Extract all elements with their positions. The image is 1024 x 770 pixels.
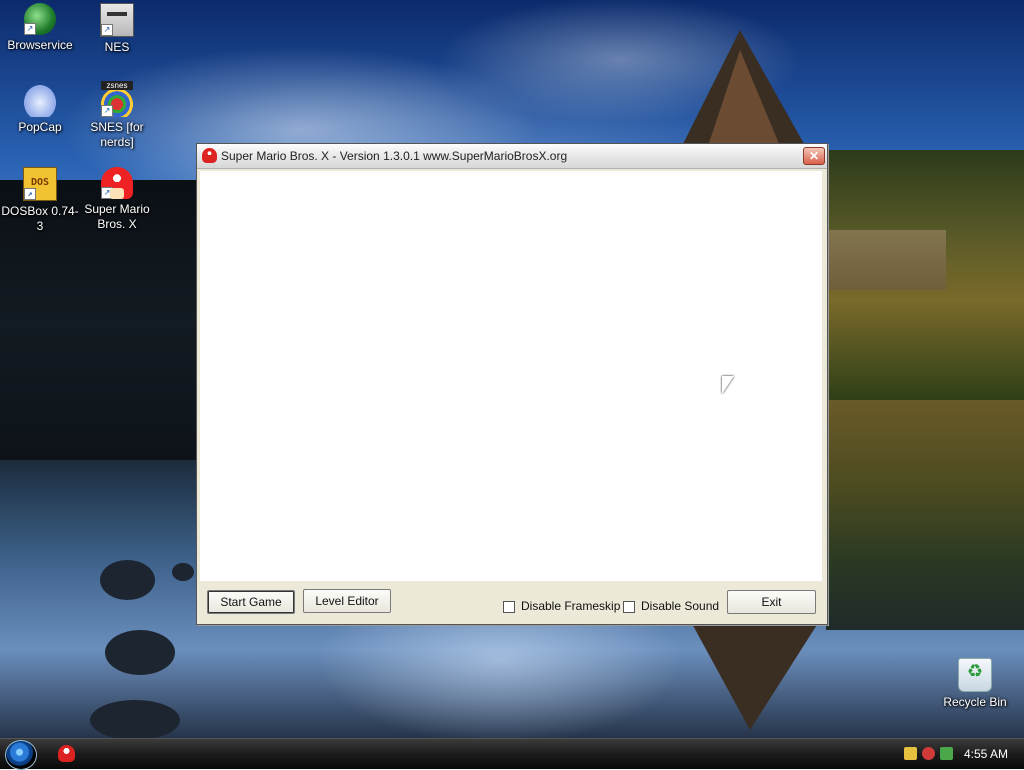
network-tray-icon[interactable] — [904, 747, 917, 760]
desktop-icon-browservice[interactable]: ↗ Browservice — [1, 3, 79, 53]
shortcut-arrow-icon: ↗ — [101, 105, 113, 117]
taskbar: 4:55 AM — [0, 738, 1024, 770]
lake-reflection — [826, 400, 1024, 630]
mouse-cursor-icon — [722, 376, 734, 394]
shortcut-arrow-icon: ↗ — [101, 187, 113, 199]
window-title: Super Mario Bros. X - Version 1.3.0.1 ww… — [221, 149, 568, 163]
desktop-icon-label: DOSBox 0.74-3 — [1, 204, 79, 233]
desktop-icon-label: SNES [for nerds] — [90, 120, 144, 149]
dosbox-icon: DOS ↗ — [23, 167, 57, 201]
desktop-icon-label: PopCap — [18, 120, 62, 134]
desktop-icon-label: Super Mario Bros. X — [84, 202, 150, 231]
update-tray-icon[interactable] — [940, 747, 953, 760]
disable-sound-checkbox[interactable] — [623, 600, 635, 613]
desktop-icon-recycle-bin[interactable]: Recycle Bin — [936, 658, 1014, 710]
clock[interactable]: 4:55 AM — [964, 747, 1008, 761]
desktop-icon-popcap[interactable]: PopCap — [1, 85, 79, 135]
disable-frameskip-checkbox[interactable] — [503, 600, 515, 613]
recycle-bin-icon — [958, 658, 992, 692]
desktop-icon-nes[interactable]: ↗ NES — [78, 3, 156, 55]
disable-frameskip-label: Disable Frameskip — [521, 599, 621, 613]
desktop-icon-snes[interactable]: ↗ SNES [for nerds] — [78, 81, 156, 150]
shortcut-arrow-icon: ↗ — [24, 23, 36, 35]
start-game-button[interactable]: Start Game — [207, 590, 295, 614]
popcap-icon — [24, 85, 56, 117]
disable-sound-option[interactable]: Disable Sound — [623, 599, 719, 613]
mario-mushroom-icon — [202, 148, 217, 163]
disable-sound-label: Disable Sound — [641, 599, 720, 613]
security-tray-icon[interactable] — [922, 747, 935, 760]
exit-button[interactable]: Exit — [727, 590, 816, 614]
taskbar-item-super-mario[interactable] — [58, 745, 75, 762]
disable-frameskip-option[interactable]: Disable Frameskip — [503, 599, 620, 613]
browservice-icon: ↗ — [24, 3, 56, 35]
desktop-icon-super-mario[interactable]: ↗ Super Mario Bros. X — [78, 167, 156, 232]
desktop-icon-label: NES — [104, 40, 130, 54]
nes-icon: ↗ — [100, 3, 134, 37]
shortcut-arrow-icon: ↗ — [101, 24, 113, 36]
dosbox-icon-text: DOS — [30, 177, 50, 188]
title-bar[interactable]: Super Mario Bros. X - Version 1.3.0.1 ww… — [197, 144, 827, 169]
rock — [90, 700, 180, 738]
mario-mushroom-icon: ↗ — [101, 167, 133, 199]
start-button[interactable] — [5, 740, 37, 770]
close-button[interactable]: ✕ — [803, 147, 825, 165]
rock — [105, 630, 175, 675]
zsnes-icon: ↗ — [101, 81, 133, 117]
desktop-icon-label: Recycle Bin — [943, 695, 1007, 709]
rock — [172, 563, 194, 581]
peak-reflection — [690, 620, 820, 730]
rock — [100, 560, 155, 600]
level-editor-button[interactable]: Level Editor — [303, 589, 391, 613]
desktop-icon-label: Browservice — [7, 38, 73, 52]
shortcut-arrow-icon: ↗ — [24, 188, 36, 200]
desktop-icon-dosbox[interactable]: DOS ↗ DOSBox 0.74-3 — [1, 167, 79, 234]
cliff — [826, 230, 946, 290]
